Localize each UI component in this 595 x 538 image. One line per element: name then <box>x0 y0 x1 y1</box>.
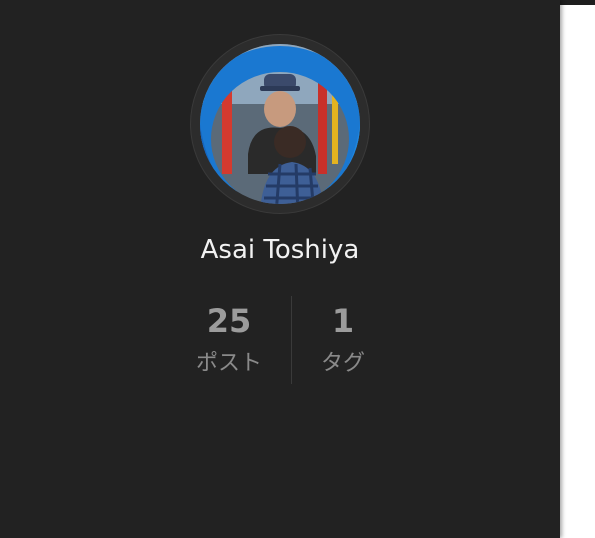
stat-posts-value: 25 <box>206 302 252 340</box>
avatar[interactable] <box>200 44 360 204</box>
profile-sidebar: Asai Toshiya 25 ポスト 1 タグ <box>0 0 560 538</box>
stat-tags-label: タグ <box>320 351 365 376</box>
profile-stats: 25 ポスト 1 タグ <box>172 296 400 384</box>
stat-posts[interactable]: 25 ポスト <box>172 296 286 382</box>
stat-tags[interactable]: 1 タグ <box>286 296 400 382</box>
avatar-photo <box>200 44 360 204</box>
stat-tags-value: 1 <box>331 302 355 340</box>
avatar-ring <box>190 34 370 214</box>
stat-posts-label: ポスト <box>195 351 262 376</box>
profile-name[interactable]: Asai Toshiya <box>0 232 560 268</box>
